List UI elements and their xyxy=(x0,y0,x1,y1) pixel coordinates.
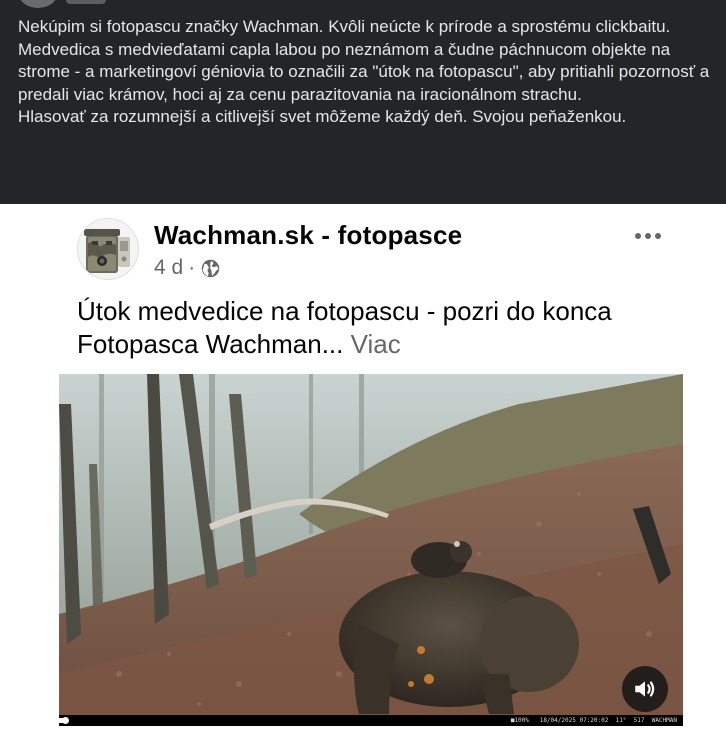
page-name[interactable]: Wachman.sk - fotopasce xyxy=(154,220,462,251)
globe-icon[interactable] xyxy=(200,258,221,279)
caption-text: Útok medvedice na fotopascu - pozri do k… xyxy=(77,296,612,359)
post-paragraph: Nekúpim si fotopascu značky Wachman. Kvô… xyxy=(18,17,671,36)
camera-timestamp: ■100% 18/04/2025 07:20:02 11° 517 WACHMA… xyxy=(510,717,677,724)
shared-caption: Útok medvedice na fotopascu - pozri do k… xyxy=(77,295,697,361)
progress-handle[interactable] xyxy=(62,717,69,724)
meta-separator: · xyxy=(188,256,196,279)
more-horizontal-icon xyxy=(655,233,661,239)
more-horizontal-icon xyxy=(645,233,651,239)
video-frame xyxy=(59,374,683,726)
post-paragraph: Medvedica s medvieďatami capla labou po … xyxy=(18,39,710,104)
camera-trap-avatar xyxy=(78,219,138,279)
more-options-button[interactable] xyxy=(628,224,668,248)
post-time[interactable]: 4 d xyxy=(154,256,183,280)
post-container: Nekúpim si fotopascu značky Wachman. Kvô… xyxy=(0,0,726,204)
video-player[interactable]: ■100% 18/04/2025 07:20:02 11° 517 WACHMA… xyxy=(59,374,683,726)
page-avatar[interactable] xyxy=(77,218,139,280)
author-avatar[interactable] xyxy=(18,0,58,8)
mute-button[interactable] xyxy=(622,666,668,712)
more-horizontal-icon xyxy=(635,233,641,239)
speaker-icon xyxy=(635,681,655,697)
post-meta: 4 d · xyxy=(154,256,221,280)
post-paragraph: Hlasovať za rozumnejší a citlivejší svet… xyxy=(18,107,627,126)
author-name[interactable] xyxy=(66,0,106,4)
shared-post-card: Wachman.sk - fotopasce 4 d · Útok medved… xyxy=(0,204,726,736)
post-text: Nekúpim si fotopascu značky Wachman. Kvô… xyxy=(18,16,718,129)
see-more-link[interactable]: Viac xyxy=(351,329,401,359)
